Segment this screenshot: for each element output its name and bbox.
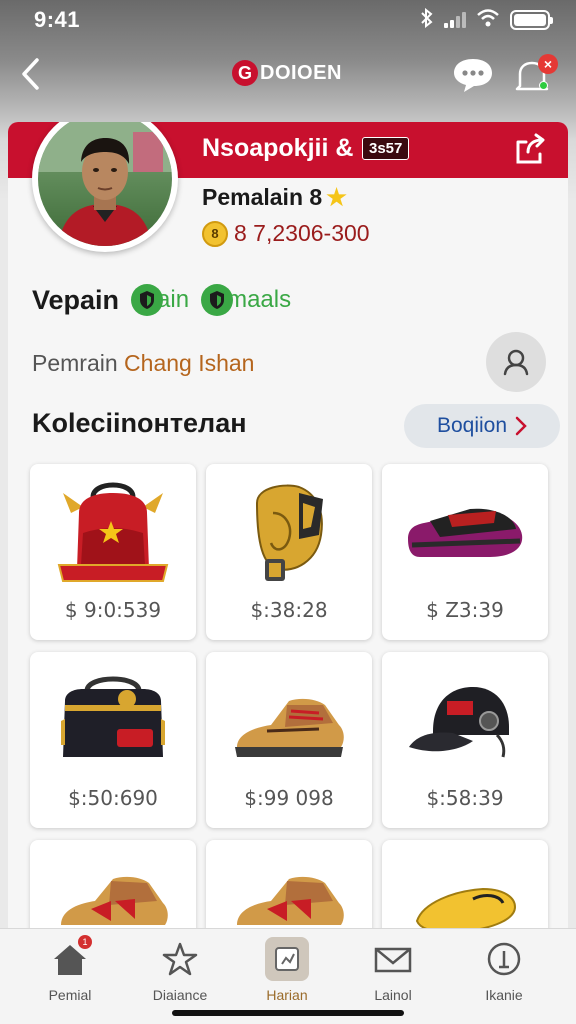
product-price: $ 9:0:539	[64, 598, 162, 622]
status-bar: 9:41	[0, 0, 576, 40]
brand-text: DOIOEN	[260, 61, 342, 84]
avatar[interactable]	[32, 122, 178, 252]
tab-label: Ikanie	[485, 987, 523, 1003]
collection-title: Koleciinoнтелан	[32, 408, 247, 438]
battery-icon	[510, 10, 553, 30]
coin-icon: 8	[202, 220, 228, 247]
mail-icon	[371, 937, 415, 981]
coin-balance: 8 8 7,2306-300	[202, 220, 370, 247]
wifi-icon	[476, 8, 500, 32]
player-role: Pemalain 8 ★	[202, 184, 347, 211]
star-outline-icon	[158, 937, 202, 981]
product-price: $ Z3:39	[426, 598, 504, 622]
section-title: Vepain ain maals	[32, 284, 291, 316]
product-price: $:38:28	[250, 598, 328, 622]
signal-icon	[444, 12, 466, 28]
product-card[interactable]: $:99 098	[206, 652, 372, 828]
tab-label: Harian	[266, 987, 308, 1003]
duffel-bag-image	[30, 658, 196, 782]
online-dot	[539, 81, 548, 90]
coin-value: 8 7,2306-300	[234, 220, 370, 246]
notification-badge: ×	[538, 54, 558, 74]
avatar-photo	[38, 122, 172, 246]
product-card[interactable]: $ Z3:39	[382, 464, 548, 640]
status-time: 9:41	[34, 7, 81, 32]
tab-mail[interactable]: Lainol	[343, 937, 443, 1007]
main-card: Nsoapokjii & 3s57 Pemalain 8 ★ 8 8 7,2306…	[8, 122, 568, 952]
tab-label: Pemial	[48, 987, 92, 1003]
home-indicator[interactable]	[172, 1010, 404, 1016]
collection-button[interactable]: Boqiion	[404, 404, 560, 448]
status-icons	[420, 7, 553, 33]
brand-mark: G	[232, 60, 258, 86]
nav-bar: G DOIOEN ×	[0, 46, 576, 104]
brand-logo: G DOIOEN	[232, 60, 342, 86]
chat-icon	[454, 59, 492, 92]
profile-name: Nsoapokjii &	[202, 134, 354, 162]
product-card[interactable]: $ 9:0:539	[30, 464, 196, 640]
bluetooth-icon	[420, 7, 434, 33]
sneaker-image	[206, 658, 372, 782]
product-card[interactable]: $:58:39	[382, 652, 548, 828]
share-icon	[516, 133, 545, 164]
product-price: $:99 098	[244, 786, 334, 810]
search-button[interactable]	[486, 332, 546, 392]
search-prefix: Pemrain	[32, 350, 125, 376]
user-search-icon	[503, 349, 529, 376]
chevron-right-icon	[515, 416, 527, 436]
info-icon	[482, 937, 526, 981]
chat-button[interactable]	[452, 56, 494, 94]
tab-home[interactable]: 1 Pemial	[20, 935, 120, 1007]
profile-tag: 3s57	[362, 137, 410, 160]
tab-info[interactable]: Ikanie	[454, 937, 554, 1007]
game-card-icon	[265, 937, 309, 981]
section-sub-2: maals	[227, 286, 292, 313]
tab-label: Diaiance	[152, 987, 208, 1003]
back-button[interactable]	[12, 54, 48, 94]
tab-star[interactable]: Diaiance	[130, 937, 230, 1007]
star-icon: ★	[326, 184, 347, 210]
section-title-text: Vepain	[32, 284, 120, 315]
product-price: $:58:39	[426, 786, 504, 810]
notification-button[interactable]: ×	[514, 54, 558, 96]
product-card[interactable]: $:50:690	[30, 652, 196, 828]
cap-image	[382, 658, 548, 782]
section-sub-1: ain	[157, 286, 190, 313]
player-role-text: Pemalain 8	[202, 184, 323, 210]
tab-badge: 1	[78, 935, 92, 949]
search-label: Pemrain Chang Ishan	[32, 350, 254, 377]
chevron-left-icon	[22, 58, 39, 90]
collection-button-label: Boqiion	[436, 414, 508, 437]
backpack-image	[30, 470, 196, 594]
product-card[interactable]: $:38:28	[206, 464, 372, 640]
slide-sandal-image	[382, 470, 548, 594]
tab-active[interactable]: Harian	[237, 937, 337, 1007]
share-button[interactable]	[512, 132, 548, 168]
search-highlight: Chang Ishan	[124, 350, 255, 376]
product-price: $:50:690	[68, 786, 158, 810]
tab-label: Lainol	[374, 987, 412, 1003]
shin-guard-image	[206, 470, 372, 594]
home-icon: 1	[48, 935, 92, 981]
